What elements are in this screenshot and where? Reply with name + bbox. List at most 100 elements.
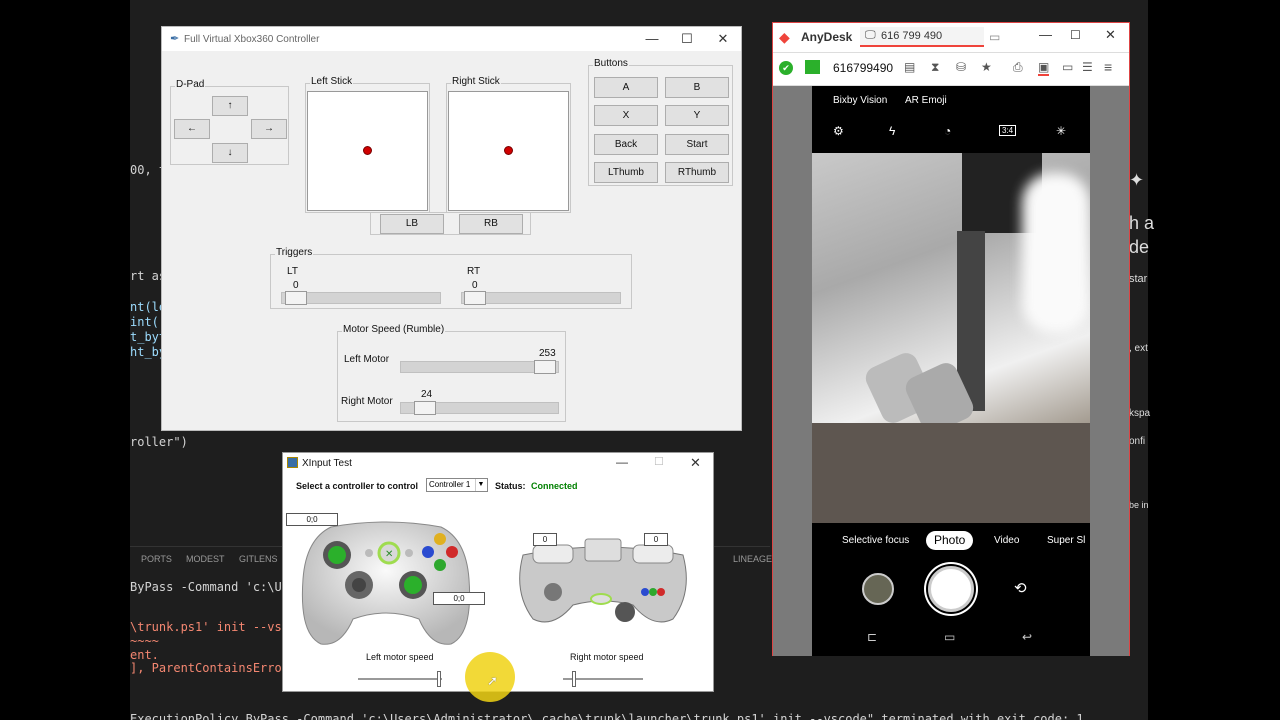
file-icon[interactable]: ⎙ xyxy=(1013,60,1023,75)
y-button[interactable]: Y xyxy=(665,105,729,126)
dpad-group: D-Pad ↑ ← → ↓ xyxy=(170,79,289,165)
maximize-icon[interactable]: ☐ xyxy=(677,31,697,47)
minimize-icon[interactable]: — xyxy=(1039,27,1052,42)
left-stick-area[interactable] xyxy=(307,91,428,211)
left-motor-trackbar-handle[interactable] xyxy=(437,671,441,687)
maximize-icon[interactable]: ☐ xyxy=(654,455,664,468)
controller-front-image: ✕ xyxy=(301,519,471,654)
side-panel-text: , ext xyxy=(1129,343,1148,354)
motor-speed-group: Motor Speed (Rumble) Left Motor 253 Righ… xyxy=(337,324,566,422)
chat-icon[interactable]: ▤ xyxy=(904,60,915,74)
bixby-vision-label[interactable]: Bixby Vision xyxy=(833,95,887,106)
viewfinder-table xyxy=(812,423,1090,523)
timer-icon[interactable]: ◔ xyxy=(944,124,951,138)
b-button[interactable]: B xyxy=(665,77,729,98)
maximize-icon[interactable]: ☐ xyxy=(1070,28,1081,42)
mode-photo[interactable]: Photo xyxy=(926,531,974,550)
window-title: XInput Test xyxy=(302,458,352,469)
minimize-icon[interactable]: — xyxy=(642,31,662,46)
close-icon[interactable]: ✕ xyxy=(713,31,733,47)
new-session-icon[interactable]: ▭ xyxy=(989,30,1000,44)
hourglass-icon[interactable]: ⧗ xyxy=(931,60,939,75)
ar-emoji-label[interactable]: AR Emoji xyxy=(905,95,947,106)
dpad-right-button[interactable]: → xyxy=(251,119,287,139)
mode-selective-focus[interactable]: Selective focus xyxy=(842,535,909,546)
svg-text:✕: ✕ xyxy=(385,549,393,560)
camera-viewfinder[interactable] xyxy=(812,153,1090,523)
left-motor-slider-handle[interactable] xyxy=(534,360,556,374)
x-button[interactable]: X xyxy=(594,105,658,126)
tab-ports[interactable]: PORTS xyxy=(141,554,172,564)
rthumb-button[interactable]: RThumb xyxy=(665,162,729,183)
camera-mode-bar: Selective focus Photo Video Super Sl xyxy=(812,531,1090,551)
session-id: 616799490 xyxy=(833,61,894,75)
buttons-group: Buttons A B X Y Back Start LThumb RThumb xyxy=(588,58,733,186)
address-tab[interactable]: 🖵 616 799 490 xyxy=(860,27,984,47)
left-motor-trackbar[interactable] xyxy=(358,678,442,680)
lthumb-button[interactable]: LThumb xyxy=(594,162,658,183)
right-stick-indicator[interactable] xyxy=(504,146,513,155)
flash-off-icon[interactable]: ϟ xyxy=(889,124,895,138)
side-panel-text: de xyxy=(1129,237,1150,257)
left-stick-value-box: 0;0 xyxy=(286,513,338,526)
lt-slider-handle[interactable] xyxy=(285,291,307,305)
side-panel-text: h a xyxy=(1129,213,1155,233)
chevron-down-icon[interactable]: ▼ xyxy=(475,479,486,491)
left-motor-speed-label: Left motor speed xyxy=(366,652,434,662)
triggers-group: Triggers LT 0 RT 0 xyxy=(270,247,632,309)
tab-gitlens[interactable]: GITLENS xyxy=(239,554,278,564)
a-button[interactable]: A xyxy=(594,77,658,98)
aspect-ratio-button[interactable]: 3:4 xyxy=(999,125,1017,136)
mode-video[interactable]: Video xyxy=(994,535,1019,546)
close-icon[interactable]: ✕ xyxy=(690,455,701,471)
left-stick-indicator[interactable] xyxy=(363,146,372,155)
settings-icon[interactable]: ⚙ xyxy=(833,124,844,138)
rt-slider-handle[interactable] xyxy=(464,291,486,305)
rt-value: 0 xyxy=(472,280,478,291)
right-trigger-value-box: 0 xyxy=(644,533,668,546)
star-icon[interactable]: ★ xyxy=(981,60,992,74)
rt-label: RT xyxy=(467,266,481,277)
actions-icon[interactable]: ☰ xyxy=(1082,60,1093,74)
right-motor-trackbar-handle[interactable] xyxy=(572,671,576,687)
tab-modest[interactable]: MODEST xyxy=(186,554,225,564)
right-motor-slider-handle[interactable] xyxy=(414,401,436,415)
viewfinder-window-light xyxy=(1022,173,1090,333)
minimize-icon[interactable]: — xyxy=(616,455,628,469)
mouse-cursor-icon: ➚ xyxy=(487,673,498,688)
dpad-down-button[interactable]: ↓ xyxy=(212,143,248,163)
title-bar: XInput Test — ☐ ✕ xyxy=(283,453,713,475)
recent-apps-icon[interactable]: ⊏ xyxy=(867,630,877,644)
back-icon[interactable]: ↩ xyxy=(1022,630,1032,644)
display-icon[interactable]: ▣ xyxy=(1038,60,1050,76)
shutter-button[interactable] xyxy=(928,566,974,612)
database-icon[interactable]: ⛁ xyxy=(956,60,966,74)
triggers-label: Triggers xyxy=(275,247,314,258)
remote-monitor-icon[interactable] xyxy=(805,60,820,74)
side-panel-text: star xyxy=(1129,273,1148,285)
dpad-left-button[interactable]: ← xyxy=(174,119,210,139)
gallery-thumbnail[interactable] xyxy=(862,573,894,605)
tab-lineage[interactable]: LINEAGE xyxy=(733,554,772,564)
effects-icon[interactable]: ✳ xyxy=(1056,124,1066,138)
right-motor-speed-label: Right motor speed xyxy=(570,652,644,662)
rb-button[interactable]: RB xyxy=(459,214,523,234)
menu-icon[interactable]: ≡ xyxy=(1104,59,1112,75)
home-icon[interactable]: ▭ xyxy=(944,630,955,644)
start-button[interactable]: Start xyxy=(665,134,729,155)
controller-dropdown[interactable]: Controller 1 ▼ xyxy=(426,478,488,492)
back-button[interactable]: Back xyxy=(594,134,658,155)
lb-button[interactable]: LB xyxy=(380,214,444,234)
right-stick-area[interactable] xyxy=(448,91,569,211)
screen-icon[interactable]: ▭ xyxy=(1062,60,1073,74)
right-stick-value-box: 0;0 xyxy=(433,592,485,605)
close-icon[interactable]: ✕ xyxy=(1105,27,1116,43)
mode-super-slow[interactable]: Super Sl xyxy=(1047,535,1085,546)
side-panel-text: onfi xyxy=(1129,436,1146,447)
controller-select-label: Select a controller to control xyxy=(296,481,419,491)
dpad-up-button[interactable]: ↑ xyxy=(212,96,248,116)
left-trigger-value-box: 0 xyxy=(533,533,557,546)
bumpers-group: LB RB xyxy=(370,212,531,235)
switch-camera-icon[interactable]: ⟲ xyxy=(1014,579,1027,597)
sparkle-icon: ✦ xyxy=(1129,170,1145,190)
